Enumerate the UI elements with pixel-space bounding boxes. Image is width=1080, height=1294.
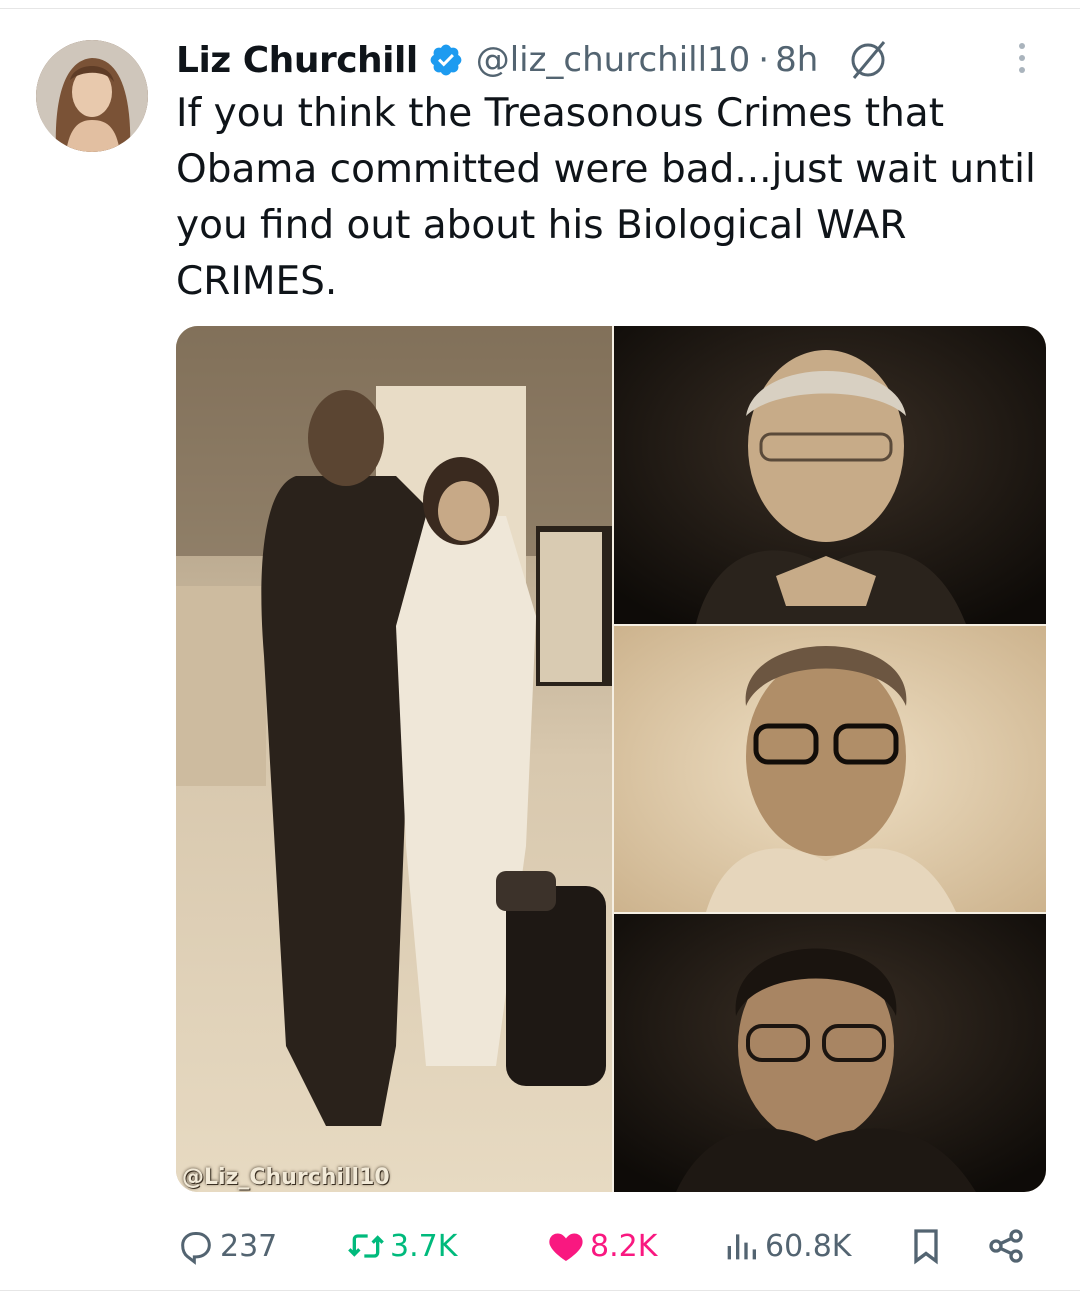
share-button[interactable] — [986, 1218, 1030, 1274]
reply-count: 237 — [220, 1228, 278, 1264]
like-count: 8.2K — [590, 1228, 658, 1264]
view-count: 60.8K — [765, 1228, 852, 1264]
author-name[interactable]: Liz Churchill — [176, 40, 418, 81]
author-avatar[interactable] — [36, 40, 148, 152]
bookmark-button[interactable] — [906, 1218, 950, 1274]
views-button[interactable]: 60.8K — [721, 1218, 851, 1274]
media-watermark: @Liz_Churchill10 — [182, 1165, 390, 1190]
like-button[interactable]: 8.2K — [546, 1218, 657, 1274]
views-icon — [727, 1234, 756, 1260]
tweet-media[interactable]: @Liz_Churchill10 — [176, 326, 1046, 1192]
bookmark-icon — [914, 1229, 938, 1265]
repost-count: 3.7K — [390, 1228, 458, 1264]
reply-icon — [181, 1232, 211, 1265]
repost-button[interactable]: 3.7K — [346, 1218, 457, 1274]
author-handle[interactable]: @liz_churchill10 — [476, 40, 751, 80]
media-collage — [176, 326, 1046, 1192]
repost-icon — [348, 1234, 384, 1258]
verified-badge-icon — [430, 44, 462, 76]
tweet-text: If you think the Treasonous Crimes that … — [176, 91, 1049, 304]
top-divider — [0, 8, 1080, 9]
like-icon — [549, 1233, 583, 1261]
share-icon — [989, 1229, 1023, 1263]
bottom-divider — [0, 1290, 1080, 1291]
reply-button[interactable]: 237 — [176, 1218, 277, 1274]
more-icon[interactable] — [1012, 40, 1032, 80]
post-time[interactable]: 8h — [775, 40, 818, 80]
tweet-header: Liz Churchill @liz_churchill10 · 8h — [176, 30, 1056, 90]
separator-dot: · — [758, 40, 770, 80]
no-symbol-icon[interactable] — [846, 38, 890, 82]
action-bar: 237 3.7K 8.2K 60.8K — [176, 1218, 1036, 1274]
